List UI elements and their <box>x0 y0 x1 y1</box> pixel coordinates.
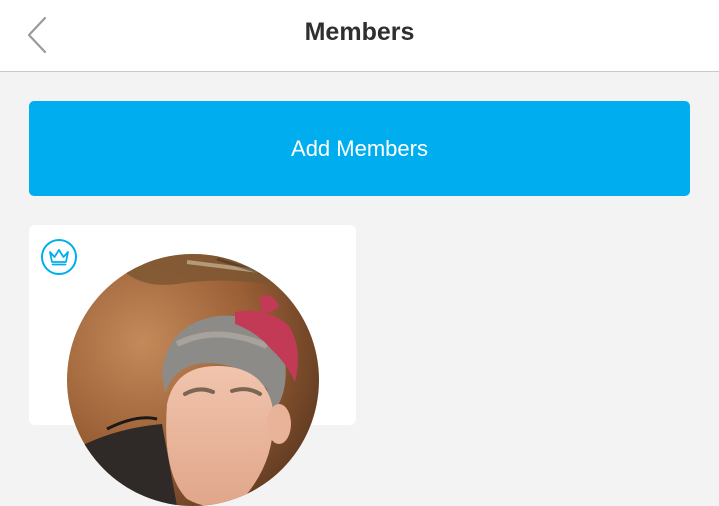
member-avatar-photo <box>67 254 319 506</box>
add-members-button[interactable]: Add Members <box>29 101 690 196</box>
page-title: Members <box>304 18 415 46</box>
avatar[interactable] <box>67 254 319 506</box>
member-card[interactable] <box>29 225 356 506</box>
crown-icon <box>40 238 78 276</box>
nav-bar: Members <box>0 0 719 72</box>
